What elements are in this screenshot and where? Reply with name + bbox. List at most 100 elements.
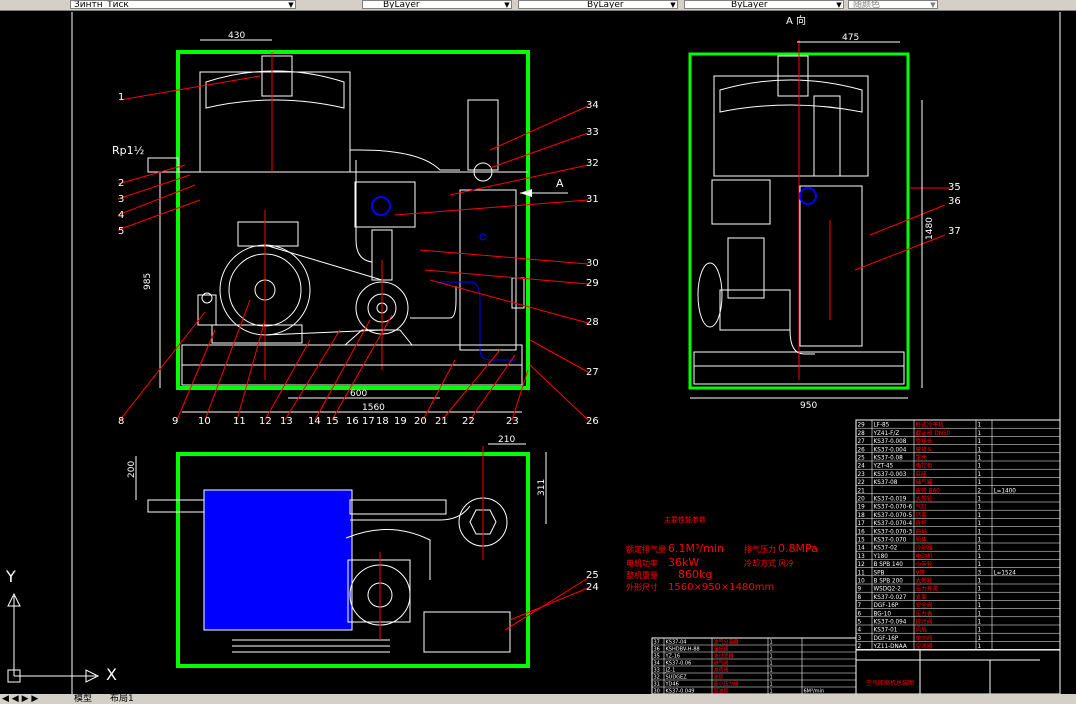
- bom-mid-cell-code: JZ-1: [665, 668, 676, 674]
- bom-cell-no: 6: [858, 611, 862, 617]
- lineweight-combo[interactable]: ByLayer ▼: [684, 0, 844, 9]
- layer-states-icon[interactable]: [300, 0, 314, 9]
- title-block-name: 空气压缩机总装图: [866, 679, 914, 687]
- bom-cell-code: KS37-01: [874, 628, 898, 634]
- balloon-18: 18: [376, 416, 389, 427]
- balloon-1: 1: [118, 92, 124, 103]
- bom-mid-cell-no: 37: [654, 640, 660, 646]
- bom-cell-no: 17: [858, 521, 866, 527]
- bom-cell-code: KS37-0.003: [874, 472, 907, 478]
- balloon-16: 16: [346, 416, 359, 427]
- tab-model[interactable]: 模型: [74, 694, 92, 704]
- bom-cell-name: 活塞: [916, 511, 928, 519]
- bom-cell-code: KS37-0.070-6: [874, 505, 913, 511]
- bom-mid-cell-no: 33: [654, 668, 660, 674]
- bom-mid-cell-no: 31: [654, 682, 660, 688]
- bom-cell-qty: 1: [978, 423, 982, 429]
- layer-previous-icon[interactable]: [324, 0, 338, 9]
- bom-cell-code: WSDQ2-2: [874, 587, 902, 593]
- bom-mid-cell-qty: 1: [770, 661, 773, 667]
- bom-mid-cell-qty: 1: [770, 668, 773, 674]
- bom-mid-cell-name: 进气阀: [714, 660, 729, 667]
- title-block: [855, 649, 1061, 694]
- balloon-37: 37: [948, 226, 961, 237]
- bom-cell-qty: 1: [978, 513, 982, 519]
- plot-style-combo[interactable]: 随颜色 ▼: [848, 0, 938, 9]
- bom-cell-code: YZ41-F/Z: [873, 431, 900, 437]
- bom-cell-code: KS37-0.019: [874, 497, 907, 503]
- balloon-30: 30: [586, 258, 599, 269]
- bom-mid-cell-code: KS37-0.06: [666, 661, 692, 667]
- bom-mid-cell-qty: 1: [770, 682, 773, 688]
- bom-mid-cell-name: 温控阀: [714, 646, 729, 653]
- ucs-y-label: Y: [5, 567, 16, 586]
- bom-cell-code: KS37-0.070: [874, 538, 907, 544]
- tab-nav-arrows[interactable]: ◀ ◀ ▶ ▶: [2, 694, 38, 704]
- chevron-down-icon: ▼: [836, 1, 842, 9]
- bom-cell-code: B SPB 200: [874, 579, 904, 585]
- spec-label-3: 整机重量: [626, 570, 658, 580]
- bom-mid-cell-qty: 1: [770, 640, 773, 646]
- balloon-34: 34: [586, 100, 599, 111]
- bom-cell-qty: 1: [978, 480, 982, 486]
- bom-cell-qty: 1: [978, 472, 982, 478]
- balloon-15: 15: [326, 416, 339, 427]
- bom-mid-cell-qty: 1: [770, 675, 773, 681]
- balloon-33: 33: [586, 127, 599, 138]
- bom-mid-cell-no: 35: [654, 654, 660, 660]
- bom-cell-code: B SPB 140: [874, 562, 904, 568]
- bom-cell-qty: 1: [978, 538, 982, 544]
- bom-cell-code: DGF-16P: [874, 603, 899, 609]
- bom-table: 29 LF-85 卧式冷干机 128 YZ41-F/Z 截止阀 DN50 127 KS37-0…: [855, 419, 1061, 651]
- toolbar-button-3[interactable]: [32, 0, 46, 9]
- balloon-29: 29: [586, 278, 599, 289]
- dim-1480: 1480: [925, 217, 935, 240]
- tab-layout1[interactable]: 布局1: [110, 694, 134, 704]
- bom-cell-code: YZ11-DNAA: [873, 644, 907, 650]
- front-view: [147, 50, 530, 390]
- dim-430: 430: [228, 31, 245, 41]
- balloon-36: 36: [948, 196, 961, 207]
- bom-cell-qty: 1: [978, 464, 982, 470]
- toolbar-button-2[interactable]: [16, 0, 30, 9]
- bom-cell-no: 20: [858, 497, 866, 503]
- bom-cell-name: 安全阀: [916, 601, 933, 609]
- dim-475: 475: [842, 33, 859, 43]
- bom-mid-cell-no: 34: [654, 661, 660, 667]
- spec-label-1b: 排气压力: [744, 544, 776, 554]
- spec-value-1b: 0.8MPa: [778, 542, 818, 555]
- chevron-down-icon: ▼: [670, 1, 676, 9]
- bom-mid-cell-name: 油管: [714, 674, 724, 681]
- drawing-canvas[interactable]: 430 985 600 1560 Rp1½ 1 2 3 4 5 8 9 10 1…: [0, 10, 1076, 694]
- bom-cell-qty: 1: [978, 497, 982, 503]
- linetype-combo[interactable]: Зинтн_Тиск ▼: [70, 0, 296, 9]
- spec-label-1: 额定排气量: [626, 544, 666, 554]
- balloon-4: 4: [118, 210, 124, 221]
- bom-cell-qty: 1: [978, 456, 982, 462]
- toolbar-button-1[interactable]: [0, 0, 14, 9]
- bom-cell-no: 16: [858, 529, 866, 535]
- ucs-icon: [7, 592, 100, 683]
- bom-cell-no: 26: [858, 447, 866, 453]
- balloon-26: 26: [586, 416, 599, 427]
- bom-cell-name: 电动机: [916, 552, 933, 560]
- bom-cell-no: 12: [858, 562, 866, 568]
- front-dimensions: [159, 39, 522, 413]
- ucs-x-label: X: [106, 665, 117, 684]
- bom-cell-code: BG-10: [874, 611, 892, 617]
- toolbar-button-4[interactable]: [48, 0, 62, 9]
- bom-cell-qty: 1: [978, 620, 982, 626]
- spec-value-1: 6.1M³/min: [668, 542, 724, 555]
- balloon-20: 20: [414, 416, 427, 427]
- color-combo[interactable]: ByLayer ▼: [362, 0, 512, 9]
- bom-mid-cell-code: KS37-04: [666, 640, 687, 646]
- side-text: A 向 475 1480 950 35 36 37: [786, 14, 961, 411]
- bom-cell-no: 2: [858, 644, 862, 650]
- bom-cell-code: KS37-02: [874, 546, 898, 552]
- plot-style-combo-label: 随颜色: [853, 0, 881, 9]
- bom-cell-name: 空滤器: [916, 642, 933, 650]
- linetype-bylayer-combo[interactable]: ByLayer ▼: [518, 0, 678, 9]
- bom-cell-code: KS37-0.070-3: [874, 529, 913, 535]
- balloon-27: 27: [586, 367, 599, 378]
- linetype-combo-label: Зинтн_Тиск: [74, 0, 129, 9]
